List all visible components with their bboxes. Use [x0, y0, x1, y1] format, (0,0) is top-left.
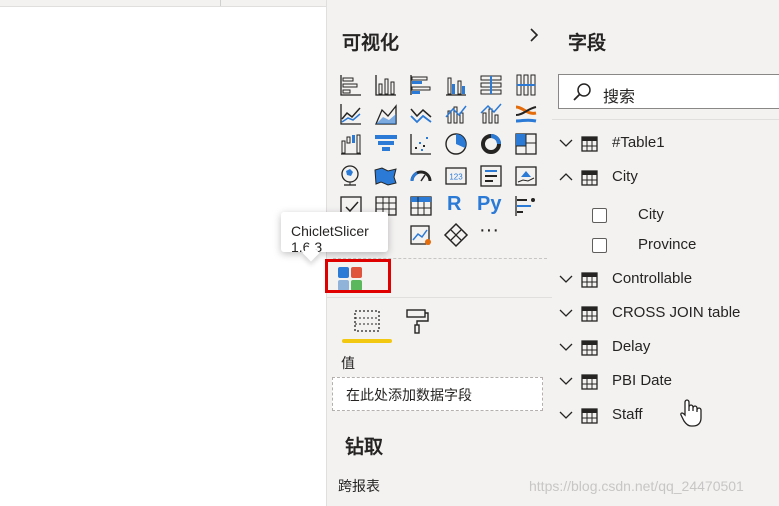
table-icon	[581, 340, 598, 356]
values-drop-well[interactable]: 在此处添加数据字段	[332, 377, 543, 411]
table-row-table1[interactable]: #Table1	[552, 129, 779, 159]
scatter-chart-icon[interactable]	[408, 131, 434, 157]
table-icon	[581, 170, 598, 186]
table-icon	[581, 374, 598, 390]
active-tab-indicator	[342, 339, 392, 343]
donut-chart-icon[interactable]	[478, 131, 504, 157]
collapse-chevron-icon[interactable]	[525, 26, 543, 44]
line-clustered-column-icon[interactable]	[443, 101, 469, 127]
format-paint-roller-icon[interactable]	[403, 307, 431, 335]
search-input[interactable]: 搜索	[558, 74, 779, 109]
pane-title-visualizations: 可视化	[342, 33, 400, 54]
table-icon	[581, 272, 598, 288]
field-checkbox[interactable]	[592, 238, 607, 253]
arcgis-map-icon[interactable]	[408, 222, 434, 248]
chevron-down-icon[interactable]	[559, 376, 573, 386]
table-icon	[581, 306, 598, 322]
kpi-icon[interactable]	[513, 163, 539, 189]
pie-chart-icon[interactable]	[443, 131, 469, 157]
stacked-column-chart-icon[interactable]	[373, 72, 399, 98]
filled-map-icon[interactable]	[373, 163, 399, 189]
more-visuals-icon[interactable]: ···	[479, 219, 499, 242]
100-stacked-column-icon[interactable]	[513, 72, 539, 98]
matrix-icon[interactable]	[408, 193, 434, 219]
top-tabs-strip	[0, 0, 326, 7]
stacked-area-chart-icon[interactable]	[408, 101, 434, 127]
table-row-city[interactable]: City	[552, 163, 779, 193]
table-icon	[581, 136, 598, 152]
fields-divider	[552, 119, 779, 120]
multi-row-card-icon[interactable]	[478, 163, 504, 189]
table-name: CROSS JOIN table	[612, 304, 741, 321]
card-icon[interactable]: 123	[443, 163, 469, 189]
table-row-staff[interactable]: Staff	[552, 401, 779, 431]
values-label: 值	[341, 355, 355, 371]
table-name: Staff	[612, 406, 643, 423]
pane-divider	[327, 297, 552, 298]
r-visual-icon[interactable]: R	[447, 193, 461, 216]
field-row-city[interactable]: City	[552, 201, 779, 231]
fields-tab-icon[interactable]	[353, 307, 381, 335]
chevron-down-icon[interactable]	[559, 410, 573, 420]
table-row-delay[interactable]: Delay	[552, 333, 779, 363]
visualizations-pane: 可视化 123 R Py ··· 值 在此处添加数据字段 钻取 跨报表	[325, 0, 553, 506]
fields-pane: 字段 搜索 #Table1 City City Province Control…	[552, 0, 779, 506]
table-name: Controllable	[612, 270, 693, 287]
hand-cursor-icon	[680, 399, 702, 427]
table-icon	[581, 408, 598, 424]
ribbon-chart-icon[interactable]	[513, 101, 539, 127]
search-icon	[573, 83, 591, 101]
chevron-up-icon[interactable]	[559, 172, 573, 182]
100-stacked-bar-icon[interactable]	[478, 72, 504, 98]
map-icon[interactable]	[338, 163, 364, 189]
field-row-province[interactable]: Province	[552, 231, 779, 261]
line-chart-icon[interactable]	[338, 101, 364, 127]
decomposition-tree-icon[interactable]	[443, 222, 469, 248]
key-influencers-icon[interactable]	[513, 193, 539, 219]
table-name: PBI Date	[612, 372, 673, 389]
table-name: Delay	[612, 338, 651, 355]
stacked-bar-chart-icon[interactable]	[338, 72, 364, 98]
visual-tooltip: ChicletSlicer 1.6.3	[281, 212, 388, 255]
chevron-down-icon[interactable]	[559, 342, 573, 352]
chevron-down-icon[interactable]	[559, 308, 573, 318]
drillthrough-title: 钻取	[345, 437, 384, 458]
chevron-down-icon[interactable]	[559, 138, 573, 148]
area-chart-icon[interactable]	[373, 101, 399, 127]
search-placeholder: 搜索	[603, 89, 636, 106]
field-name: Province	[638, 236, 697, 253]
table-row-controllable[interactable]: Controllable	[552, 265, 779, 295]
table-name: City	[612, 168, 638, 185]
python-visual-icon[interactable]: Py	[477, 193, 501, 216]
field-checkbox[interactable]	[592, 208, 607, 223]
report-canvas[interactable]	[0, 7, 326, 506]
chicletslicer-visual[interactable]	[325, 259, 391, 293]
pane-title-fields: 字段	[568, 33, 607, 54]
clustered-bar-chart-icon[interactable]	[408, 72, 434, 98]
funnel-icon[interactable]	[373, 131, 399, 157]
line-stacked-column-icon[interactable]	[478, 101, 504, 127]
table-name: #Table1	[612, 134, 665, 151]
table-row-pbi-date[interactable]: PBI Date	[552, 367, 779, 397]
svg-text:123: 123	[449, 173, 463, 182]
chevron-down-icon[interactable]	[559, 274, 573, 284]
clustered-column-chart-icon[interactable]	[443, 72, 469, 98]
gauge-icon[interactable]	[408, 163, 434, 189]
treemap-icon[interactable]	[513, 131, 539, 157]
waterfall-chart-icon[interactable]	[338, 131, 364, 157]
highlight-box	[325, 259, 391, 293]
cross-report-label: 跨报表	[338, 478, 380, 494]
watermark: https://blog.csdn.net/qq_24470501	[529, 478, 744, 494]
field-name: City	[638, 206, 664, 223]
table-row-cross-join[interactable]: CROSS JOIN table	[552, 299, 779, 329]
